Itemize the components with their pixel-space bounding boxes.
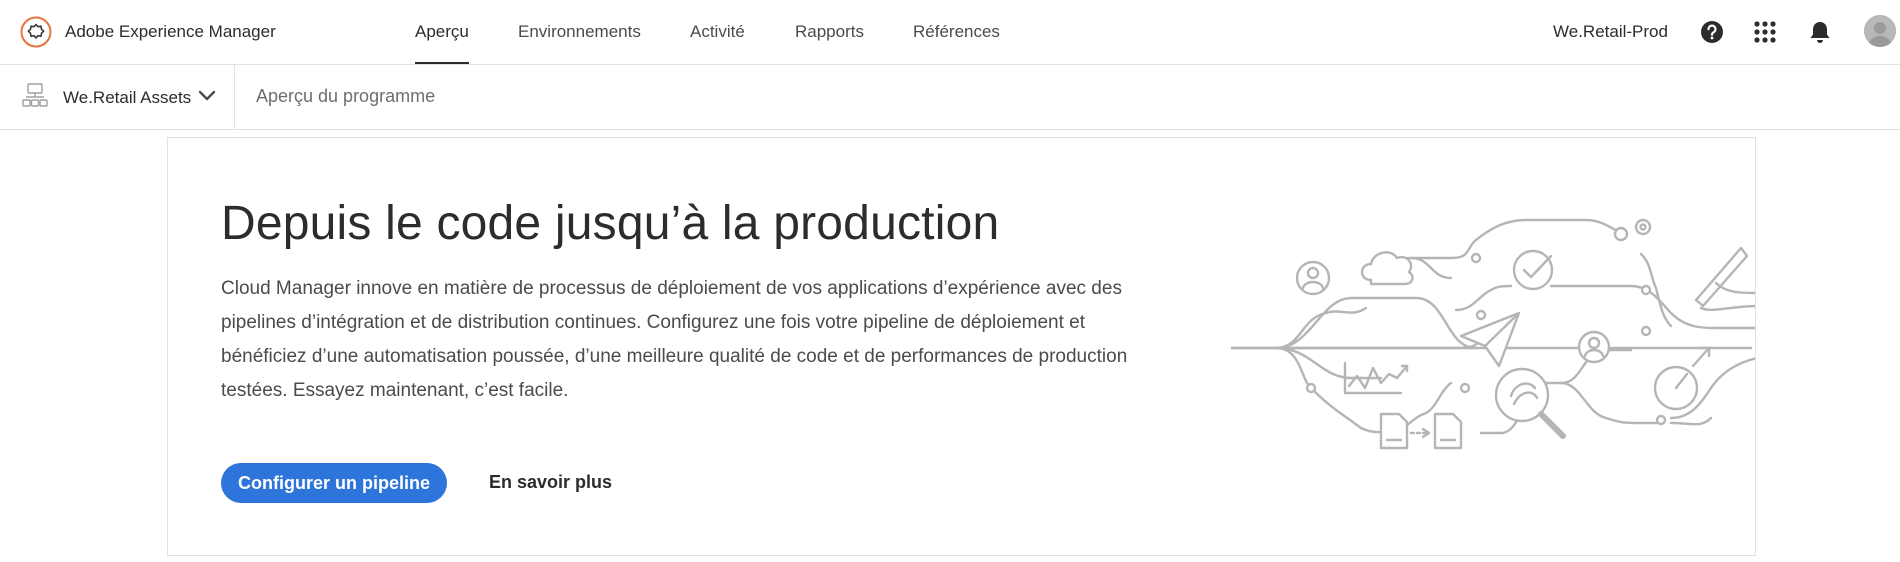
page-title: Aperçu du programme — [256, 86, 436, 106]
program-switcher[interactable]: We.Retail Assets — [0, 65, 235, 129]
avatar[interactable] — [1864, 15, 1896, 47]
configure-pipeline-button[interactable]: Configurer un pipeline — [221, 463, 447, 503]
card-description: Cloud Manager innove en matière de proce… — [221, 278, 1128, 401]
help-icon[interactable] — [1698, 18, 1726, 46]
program-bar: We.Retail Assets Aperçu du programme — [0, 65, 1900, 130]
chevron-down-icon — [198, 89, 216, 103]
adobe-logo-icon[interactable] — [20, 16, 52, 48]
bell-icon[interactable] — [1806, 18, 1834, 46]
active-tab-indicator — [415, 62, 469, 64]
program-switcher-label: We.Retail Assets — [63, 88, 192, 107]
pipeline-illustration — [1229, 218, 1755, 518]
top-navigation-bar: Adobe Experience Manager Aperçu Environn… — [0, 0, 1900, 65]
nav-tab-environnements[interactable]: Environnements — [518, 22, 641, 42]
nav-tab-rapports[interactable]: Rapports — [795, 22, 864, 42]
nav-tab-references[interactable]: Références — [913, 22, 1000, 42]
card-title: Depuis le code jusqu’à la production — [221, 197, 1000, 250]
app-title: Adobe Experience Manager — [65, 22, 276, 41]
apps-grid-icon[interactable] — [1751, 18, 1779, 46]
nav-tab-apercu[interactable]: Aperçu — [415, 22, 469, 42]
program-selector[interactable]: We.Retail-Prod — [1553, 22, 1668, 42]
learn-more-link[interactable]: En savoir plus — [489, 472, 612, 493]
onboarding-card: Depuis le code jusqu’à la production Clo… — [167, 137, 1756, 556]
program-icon — [22, 82, 48, 108]
nav-tab-activite[interactable]: Activité — [690, 22, 745, 42]
